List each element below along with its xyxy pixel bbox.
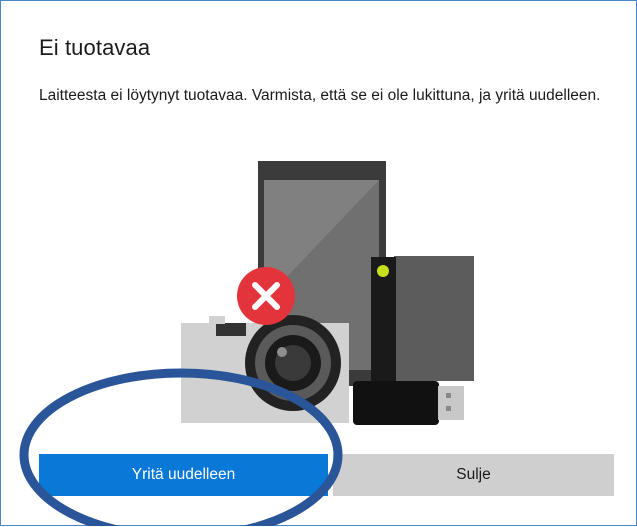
error-x-icon <box>237 267 295 325</box>
camera-icon <box>181 315 349 423</box>
close-button[interactable]: Sulje <box>333 454 614 496</box>
no-items-dialog: Ei tuotavaa Laitteesta ei löytynyt tuota… <box>0 0 637 526</box>
retry-button[interactable]: Yritä uudelleen <box>39 454 328 496</box>
usb-stick-icon <box>353 381 464 425</box>
devices-illustration <box>181 161 474 425</box>
hard-drive-icon <box>371 256 474 387</box>
